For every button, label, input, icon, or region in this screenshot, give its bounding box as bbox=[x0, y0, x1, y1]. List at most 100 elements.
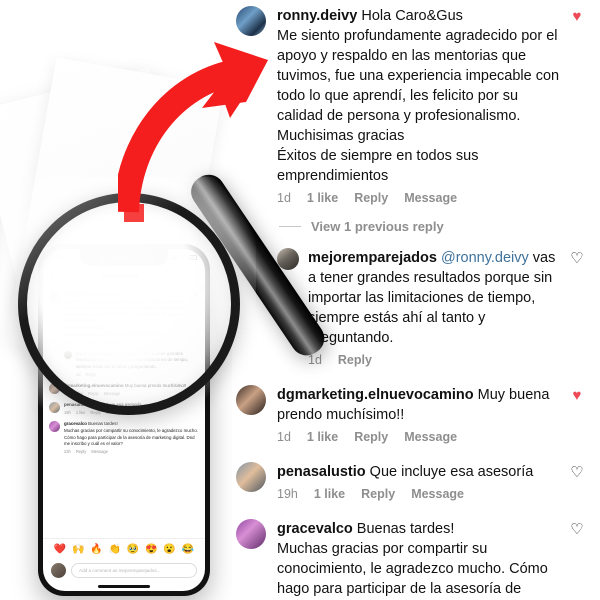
screenshot-root: 8:37 ‹ Comments ··· ronny.deivy Hola Car… bbox=[0, 0, 600, 600]
avatar bbox=[49, 292, 60, 303]
phone-comment-text: ronny.deivy Hola Caro&Gus Me siento profu… bbox=[64, 292, 188, 337]
comment-meta: 1d Reply bbox=[308, 353, 566, 367]
status-bar-left: 8:37 bbox=[51, 255, 68, 261]
phone-comment-item: ronny.deivy Hola Caro&Gus Me siento profu… bbox=[49, 292, 199, 345]
comment-message-button[interactable]: Message bbox=[404, 430, 457, 444]
avatar bbox=[64, 350, 72, 359]
comment-meta: 1d 1 like Reply Message bbox=[277, 430, 566, 444]
like-heart-icon-filled[interactable]: ♥ bbox=[566, 385, 588, 403]
comment-username[interactable]: ronny.deivy bbox=[277, 8, 357, 24]
comment-body: dgmarketing.elnuevocamino Muy buena pren… bbox=[277, 385, 566, 444]
composer-avatar bbox=[51, 563, 66, 578]
comment-reply-button[interactable]: Reply bbox=[361, 487, 395, 501]
comment-timestamp: 1d bbox=[277, 430, 291, 444]
red-curved-arrow-icon bbox=[113, 22, 288, 238]
wifi-icon bbox=[180, 254, 186, 261]
comment-username[interactable]: penasalustio bbox=[277, 464, 366, 480]
view-previous-replies-label: View 1 previous reply bbox=[311, 219, 444, 234]
phone-comment-body: penasalustio Que incluye esa asesoría 19… bbox=[64, 402, 199, 415]
comment-message-button[interactable]: Message bbox=[411, 487, 464, 501]
comment-body: gracevalco Buenas tardes! Muchas gracias … bbox=[277, 519, 566, 600]
comment-meta: 19h 1 like Reply Message bbox=[277, 487, 566, 501]
comment-row-penasalustio: penasalustio Que incluye esa asesoría 19… bbox=[232, 462, 600, 501]
comment-timestamp: 19h bbox=[277, 487, 298, 501]
comment-text: dgmarketing.elnuevocamino Muy buena pren… bbox=[277, 387, 550, 423]
phone-comment-body: ronny.deivy Hola Caro&Gus Me siento profu… bbox=[64, 292, 188, 345]
emoji-joy[interactable]: 😂 bbox=[182, 544, 194, 555]
comment-username[interactable]: mejoremparejados bbox=[308, 250, 437, 266]
home-indicator bbox=[43, 582, 205, 591]
phone-comment-list: ronny.deivy Hola Caro&Gus Me siento profu… bbox=[43, 288, 205, 538]
emoji-surprised[interactable]: 😮 bbox=[163, 544, 175, 555]
comment-input[interactable]: Add a comment as mejoremparejados... bbox=[71, 563, 197, 578]
view-previous-replies-button[interactable]: View 1 previous reply bbox=[279, 219, 600, 234]
status-bar-time: 8:37 bbox=[51, 254, 63, 261]
avatar bbox=[49, 421, 60, 433]
like-heart-icon-empty[interactable]: ♡ bbox=[566, 248, 588, 266]
comment-message-button[interactable]: Message bbox=[404, 191, 457, 205]
like-heart-icon[interactable]: ♥ bbox=[192, 292, 199, 345]
phone-comment-body: gracevalco Buenas tardes! Muchas gracias … bbox=[64, 421, 199, 454]
avatar[interactable] bbox=[236, 519, 266, 549]
phone-comment-meta: 1d Reply bbox=[76, 372, 97, 378]
phone-notch bbox=[80, 249, 168, 266]
phone-mockup-scene: 8:37 ‹ Comments ··· ronny.deivy Hola Car… bbox=[0, 0, 331, 600]
emoji-raised-hands[interactable]: 🙌 bbox=[72, 544, 84, 555]
emoji-holding-tears[interactable]: 🥹 bbox=[127, 544, 139, 555]
comment-username[interactable]: dgmarketing.elnuevocamino bbox=[277, 387, 474, 403]
phone-comment-body: mejoremparejados @ronny.deivy vas a tene… bbox=[76, 351, 199, 377]
comment-username[interactable]: gracevalco bbox=[277, 521, 353, 537]
comment-likes[interactable]: 1 like bbox=[307, 430, 338, 444]
emoji-heart[interactable]: ❤️ bbox=[54, 544, 66, 555]
comment-body: ronny.deivy Hola Caro&Gus Me siento profu… bbox=[277, 6, 566, 205]
phone-comments-header: ‹ Comments ··· bbox=[43, 266, 205, 288]
comment-mention[interactable]: @ronny.deivy bbox=[441, 250, 529, 266]
phone-comment-body: dgmarketing.elnuevocamino Muy buena pren… bbox=[64, 383, 199, 396]
like-heart-icon-filled[interactable]: ♥ bbox=[566, 6, 588, 24]
avatar[interactable] bbox=[236, 385, 266, 415]
front-camera-icon bbox=[148, 255, 152, 259]
avatar bbox=[49, 402, 60, 414]
divider-dash bbox=[279, 226, 301, 227]
comment-likes[interactable]: 1 like bbox=[307, 191, 338, 205]
phone-screen: 8:37 ‹ Comments ··· ronny.deivy Hola Car… bbox=[43, 249, 205, 591]
emoji-heart-eyes[interactable]: 😍 bbox=[145, 544, 157, 555]
comment-likes[interactable]: 1 like bbox=[314, 487, 345, 501]
phone-comment-meta: 19h 1 like Reply Message bbox=[64, 410, 123, 416]
battery-icon bbox=[188, 255, 197, 260]
phone-emoji-quick-bar[interactable]: ❤️ 🙌 🔥 👏 🥹 😍 😮 😂 bbox=[43, 538, 205, 560]
like-heart-icon-empty[interactable]: ♡ bbox=[566, 462, 588, 480]
phone-comment-text: mejoremparejados @ronny.deivy vas a tene… bbox=[76, 350, 189, 369]
phone-comment-text: gracevalco Buenas tardes! Muchas gracias … bbox=[64, 421, 198, 447]
phone-comment-text: dgmarketing.elnuevocamino Muy buena pren… bbox=[64, 383, 187, 389]
comment-reply-button[interactable]: Reply bbox=[354, 191, 388, 205]
comment-text: penasalustio Que incluye esa asesoría bbox=[277, 464, 534, 480]
comment-row-dgmarketing: dgmarketing.elnuevocamino Muy buena pren… bbox=[232, 385, 600, 444]
avatar bbox=[49, 383, 60, 395]
comment-text: mejoremparejados @ronny.deivy vas a tene… bbox=[308, 250, 556, 346]
comment-row-gracevalco: gracevalco Buenas tardes! Muchas gracias … bbox=[232, 519, 600, 600]
comment-reply-button[interactable]: Reply bbox=[338, 353, 372, 367]
comment-body: penasalustio Que incluye esa asesoría 19… bbox=[277, 462, 566, 501]
phone-comment-text: penasalustio Que incluye esa asesoría bbox=[64, 402, 142, 408]
comment-reply-button[interactable]: Reply bbox=[354, 430, 388, 444]
phone-comment-item: gracevalco Buenas tardes! Muchas gracias … bbox=[49, 421, 199, 454]
phone-comment-meta: 1d 1 like Reply Message bbox=[64, 391, 121, 397]
phone-composer-row[interactable]: Add a comment as mejoremparejados... bbox=[43, 560, 205, 582]
phone-comment-item: dgmarketing.elnuevocamino Muy buena pren… bbox=[49, 383, 199, 396]
avatar[interactable] bbox=[277, 248, 299, 270]
emoji-clap[interactable]: 👏 bbox=[109, 544, 121, 555]
ellipsis-menu-icon[interactable]: ··· bbox=[187, 272, 197, 281]
status-bar-right bbox=[171, 254, 197, 261]
phone-comment-meta: 1d 1 like Reply Message bbox=[64, 339, 121, 345]
comment-body: mejoremparejados @ronny.deivy vas a tene… bbox=[308, 248, 566, 367]
earpiece-speaker-icon bbox=[102, 255, 136, 258]
phone-comment-meta: 23h Reply Message bbox=[64, 449, 108, 455]
like-heart-icon-empty[interactable]: ♡ bbox=[566, 519, 588, 537]
phone-device: 8:37 ‹ Comments ··· ronny.deivy Hola Car… bbox=[38, 244, 210, 596]
avatar[interactable] bbox=[236, 462, 266, 492]
emoji-fire[interactable]: 🔥 bbox=[90, 544, 102, 555]
location-arrow-icon bbox=[64, 254, 68, 261]
